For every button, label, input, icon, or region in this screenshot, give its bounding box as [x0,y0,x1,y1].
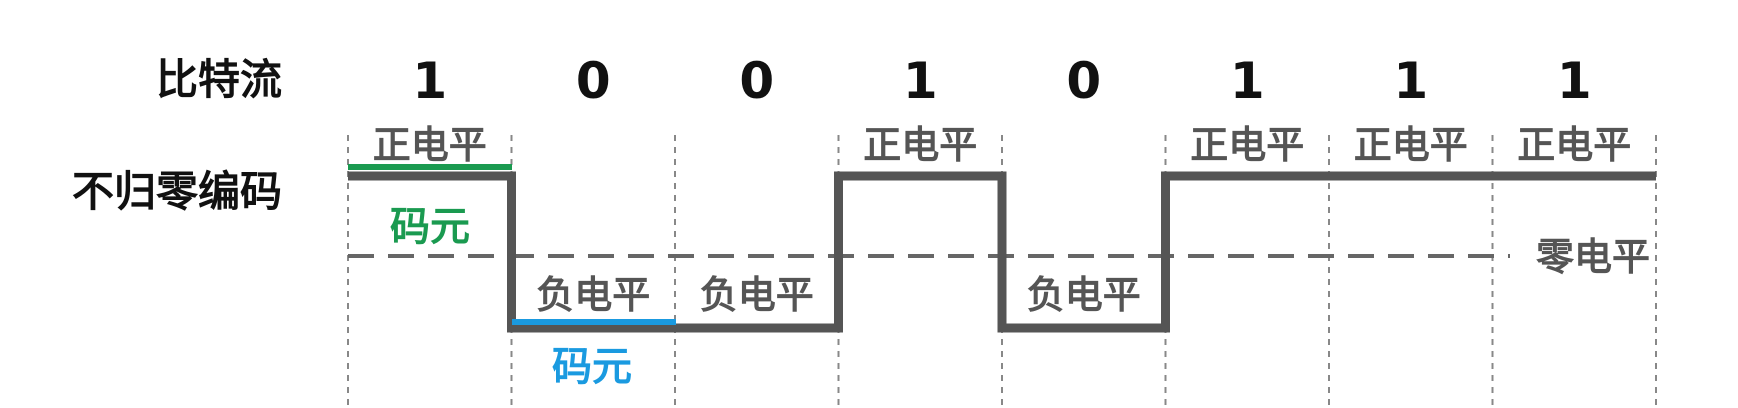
bit-value: 1 [1393,52,1428,110]
bit-value: 0 [739,52,774,110]
bit-value: 0 [1066,52,1101,110]
bit-value: 1 [1557,52,1592,110]
bit-value: 1 [903,52,938,110]
nrz-diagram: 比特流 不归零编码 零电平 1 0 0 1 0 1 1 1 正电平负电平 负电平 正电平负电平 正电… [72,52,1657,408]
level-label: 正电平 [863,123,977,167]
level-label: 负电平 [700,273,814,317]
bit-value: 0 [576,52,611,110]
bit-value: 1 [1230,52,1265,110]
bit-value: 1 [412,52,447,110]
level-label: 负电平 [1027,273,1141,317]
zero-level-label: 零电平 [1536,235,1650,279]
code-unit-label-positive: 码元 [390,204,470,250]
encoding-label: 不归零编码 [72,167,282,216]
bitstream-label: 比特流 [156,55,282,104]
bit-sequence: 1 0 0 1 0 1 1 1 [412,52,1591,110]
code-unit-label-negative: 码元 [552,344,632,390]
level-label: 负电平 [536,273,650,317]
level-label: 正电平 [1354,123,1468,167]
level-label: 正电平 [373,123,487,167]
level-label: 正电平 [1190,123,1304,167]
level-label: 正电平 [1517,123,1631,167]
